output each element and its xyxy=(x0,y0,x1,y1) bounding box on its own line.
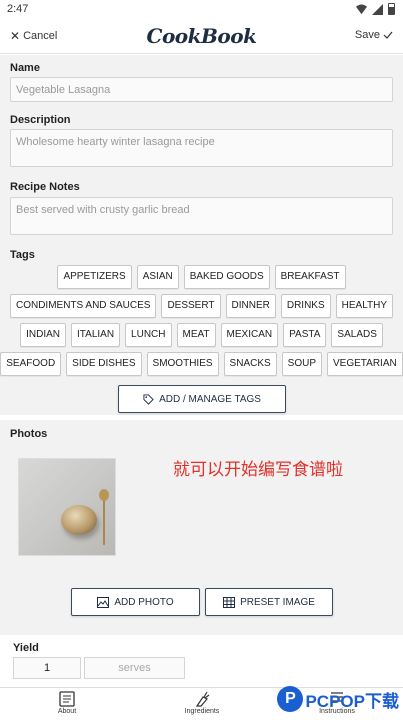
tag-chip[interactable]: SNACKS xyxy=(223,352,277,376)
tag-chip[interactable]: HEALTHY xyxy=(335,294,394,318)
save-label: Save xyxy=(354,29,380,41)
add-photo-button[interactable]: ADD PHOTO xyxy=(71,588,200,616)
tag-chip[interactable]: DINNER xyxy=(225,294,276,318)
tag-row: CONDIMENTS AND SAUCES DESSERT DINNER DRINKS… xyxy=(0,294,403,318)
tag-chip[interactable]: ITALIAN xyxy=(71,323,121,347)
app-logo: CookBook xyxy=(146,24,257,48)
photos-label: Photos xyxy=(10,428,48,440)
notes-field[interactable]: Best served with crusty garlic bread xyxy=(10,197,393,235)
tag-chip[interactable]: PASTA xyxy=(283,323,327,347)
tab-about-label: About xyxy=(57,708,77,715)
tag-row: APPETIZERS ASIAN BAKED GOODS BREAKFAST xyxy=(0,265,403,289)
tag-chip[interactable]: APPETIZERS xyxy=(57,265,132,289)
status-time: 2:47 xyxy=(7,3,29,15)
bowl-image xyxy=(61,505,97,535)
tag-chip[interactable]: ASIAN xyxy=(136,265,179,289)
tag-chip[interactable]: DRINKS xyxy=(280,294,331,318)
signal-icon xyxy=(372,3,383,15)
tab-about[interactable]: About xyxy=(27,691,107,715)
status-icons xyxy=(356,3,395,15)
tag-chip[interactable]: SMOOTHIES xyxy=(146,352,219,376)
tag-chip[interactable]: INDIAN xyxy=(20,323,66,347)
tags-list: APPETIZERS ASIAN BAKED GOODS BREAKFAST CONDI… xyxy=(0,265,403,381)
tag-row: INDIAN ITALIAN LUNCH MEAT MEXICAN PASTA SALADS xyxy=(0,323,403,347)
wifi-icon xyxy=(356,3,367,14)
tag-row: SEAFOOD SIDE DISHES SMOOTHIES SNACKS SOUP VEG… xyxy=(0,352,403,376)
yield-label: Yield xyxy=(13,642,39,654)
spoon-head xyxy=(99,489,109,501)
tag-chip[interactable]: SALADS xyxy=(331,323,383,347)
tag-chip[interactable]: MEAT xyxy=(176,323,216,347)
status-bar: 2:47 xyxy=(0,0,403,20)
tag-chip[interactable]: SIDE DISHES xyxy=(66,352,142,376)
overlay-caption: 就可以开始编写食谱啦 xyxy=(173,460,343,480)
save-button[interactable]: Save xyxy=(355,29,393,41)
description-label: Description xyxy=(10,114,71,126)
app-header: ✕ Cancel CookBook Save xyxy=(0,20,403,54)
manage-tags-label: ADD / MANAGE TAGS xyxy=(159,393,261,405)
preset-image-button[interactable]: PRESET IMAGE xyxy=(205,588,333,616)
ingredients-icon xyxy=(195,691,210,707)
tab-ingredients[interactable]: Ingredients xyxy=(162,691,242,715)
spoon-image xyxy=(103,495,105,545)
watermark-logo: P xyxy=(277,686,304,712)
checkmark-icon xyxy=(383,31,393,39)
image-icon xyxy=(97,596,110,608)
watermark: P PCPOP下载 xyxy=(277,686,399,712)
book-icon xyxy=(59,691,75,707)
tag-chip[interactable]: DESSERT xyxy=(161,294,221,318)
tag-chip[interactable]: BREAKFAST xyxy=(274,265,346,289)
tag-chip[interactable]: CONDIMENTS AND SAUCES xyxy=(9,294,157,318)
preset-image-label: PRESET IMAGE xyxy=(240,596,315,608)
tag-chip[interactable]: SOUP xyxy=(281,352,323,376)
name-field[interactable]: Vegetable Lasagna xyxy=(10,77,393,102)
watermark-text: PCPOP下载 xyxy=(305,691,399,711)
tag-chip[interactable]: BAKED GOODS xyxy=(183,265,270,289)
name-label: Name xyxy=(10,62,40,74)
notes-label: Recipe Notes xyxy=(10,181,80,193)
yield-unit-field[interactable]: serves xyxy=(84,657,185,679)
grid-icon xyxy=(223,596,236,608)
manage-tags-button[interactable]: ADD / MANAGE TAGS xyxy=(118,385,286,413)
tag-chip[interactable]: SEAFOOD xyxy=(0,352,62,376)
tag-chip[interactable]: MEXICAN xyxy=(220,323,279,347)
description-field[interactable]: Wholesome hearty winter lasagna recipe xyxy=(10,129,393,167)
tag-icon xyxy=(143,393,154,405)
tag-chip[interactable]: LUNCH xyxy=(125,323,172,347)
battery-icon xyxy=(388,3,395,15)
tab-ingredients-label: Ingredients xyxy=(184,708,220,715)
yield-input[interactable]: 1 xyxy=(13,657,81,679)
tags-label: Tags xyxy=(10,249,35,261)
recipe-photo[interactable] xyxy=(18,458,116,556)
add-photo-label: ADD PHOTO xyxy=(114,596,174,608)
tag-chip[interactable]: VEGETARIAN xyxy=(327,352,403,376)
